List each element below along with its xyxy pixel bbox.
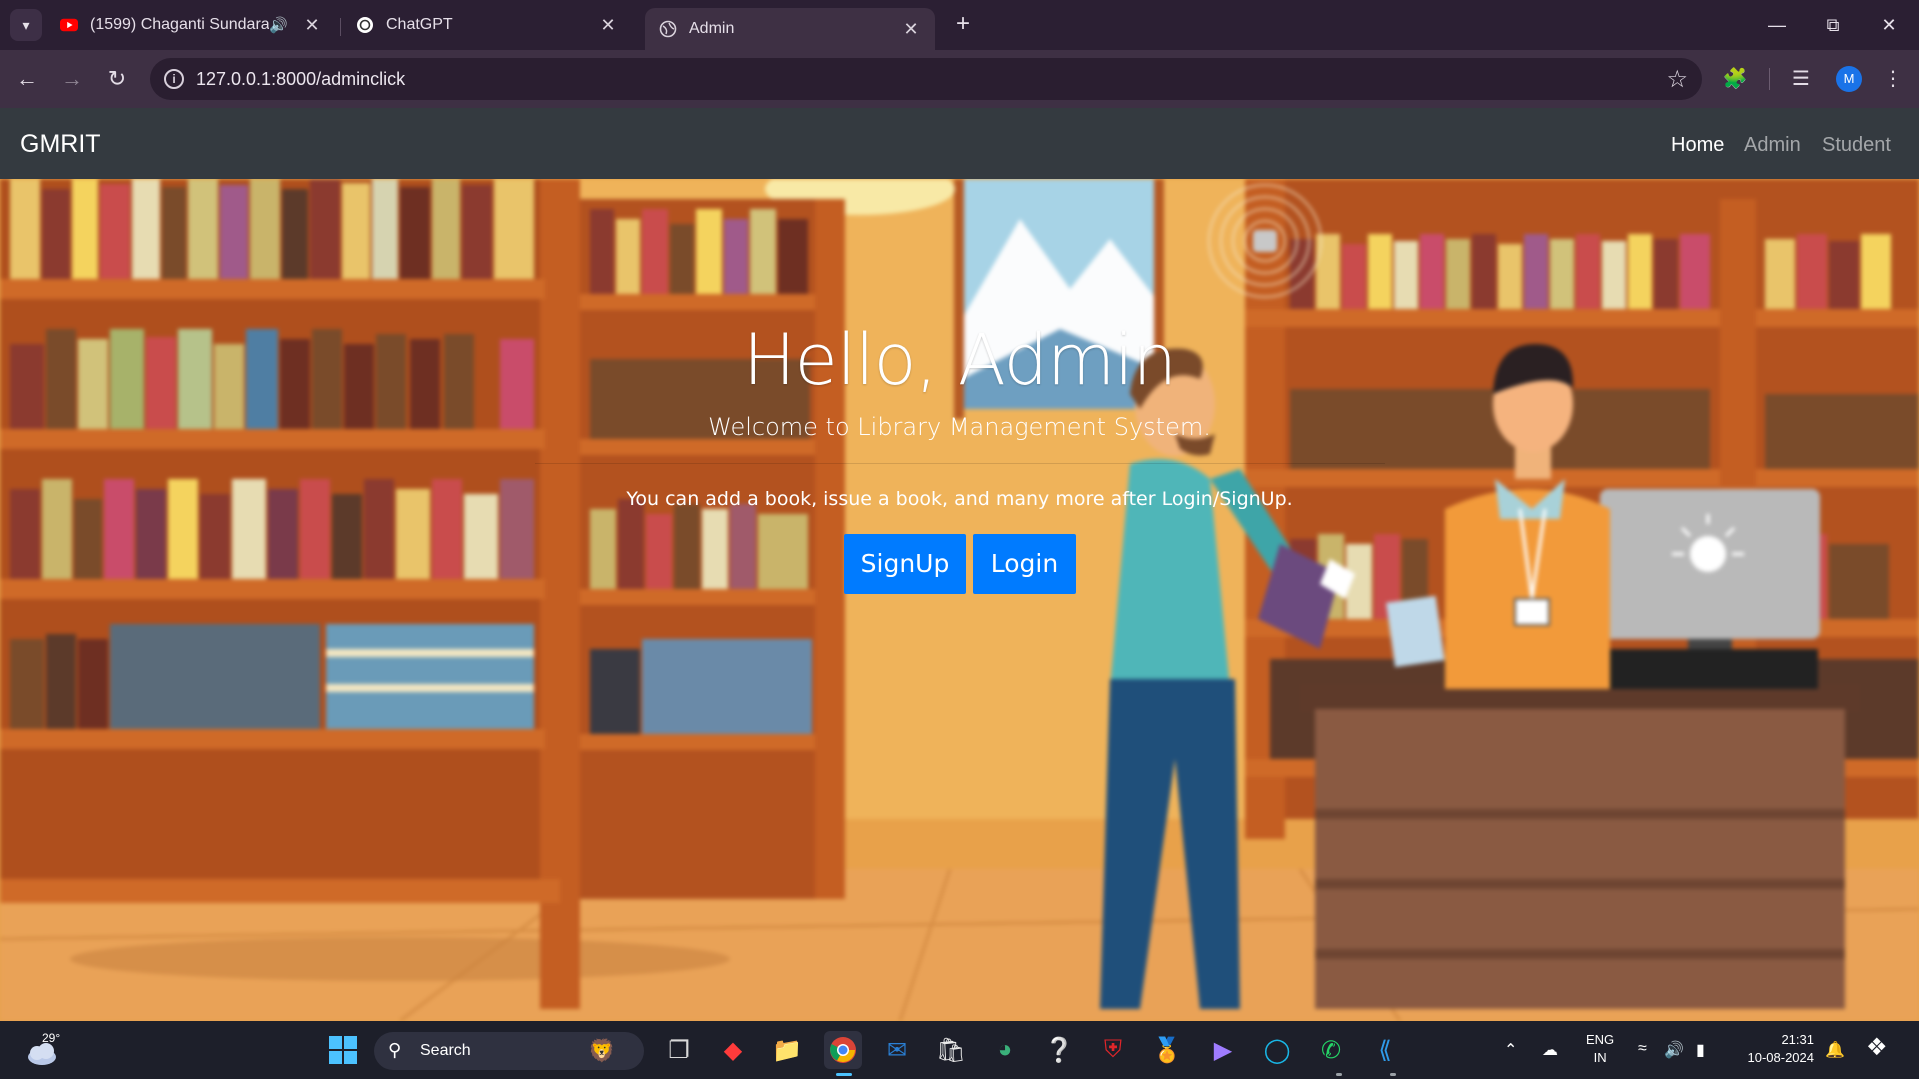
- edge-icon[interactable]: ◕: [986, 1031, 1024, 1069]
- taskbar-search[interactable]: ⚲ Search 🦁: [374, 1032, 644, 1070]
- medal-icon[interactable]: 🏅: [1148, 1031, 1186, 1069]
- minimize-button[interactable]: —: [1754, 8, 1800, 42]
- youtube-icon: [60, 16, 78, 34]
- browser-tab-strip: ▾ (1599) Chaganti Sundarakand 🔊 ✕ ChatGP…: [0, 0, 1919, 50]
- notification-bell-icon[interactable]: 🔔: [1825, 1040, 1845, 1060]
- extensions-icon[interactable]: 🧩: [1720, 64, 1750, 94]
- forward-button[interactable]: →: [55, 62, 89, 96]
- close-window-button[interactable]: ✕: [1866, 8, 1912, 42]
- hero-title: Hello, Admin: [742, 319, 1177, 401]
- cortana-icon[interactable]: ◯: [1258, 1031, 1296, 1069]
- address-bar[interactable]: i 127.0.0.1:8000/adminclick ☆: [150, 58, 1702, 100]
- region-code: IN: [1593, 1050, 1607, 1065]
- tab-title: (1599) Chaganti Sundarakand: [90, 16, 270, 33]
- signup-button[interactable]: SignUp: [844, 534, 966, 594]
- hero-lead: Welcome to Library Management System.: [708, 413, 1211, 441]
- nav-link-student[interactable]: Student: [1822, 134, 1891, 157]
- chevron-down-icon: ▾: [22, 16, 30, 33]
- reload-button[interactable]: ↻: [100, 62, 134, 96]
- restore-button[interactable]: ⧉: [1810, 8, 1856, 42]
- volume-icon[interactable]: 🔊: [1664, 1040, 1684, 1060]
- tab-title: ChatGPT: [386, 16, 453, 33]
- task-view-icon[interactable]: ❐: [660, 1031, 698, 1069]
- navbar-brand[interactable]: GMRIT: [20, 130, 101, 159]
- anydesk-icon[interactable]: ◆: [714, 1031, 752, 1069]
- file-explorer-icon[interactable]: 📁: [768, 1031, 806, 1069]
- media-control-icon[interactable]: ☰: [1786, 64, 1816, 94]
- windows-start-icon[interactable]: [324, 1031, 362, 1069]
- nav-link-home[interactable]: Home: [1671, 134, 1724, 157]
- chatgpt-icon: [356, 16, 374, 34]
- search-icon: ⚲: [388, 1040, 402, 1060]
- hero-description: You can add a book, issue a book, and ma…: [626, 488, 1293, 510]
- onedrive-cloud-icon[interactable]: ☁: [1542, 1040, 1558, 1060]
- profile-avatar[interactable]: M: [1836, 66, 1862, 92]
- mcafee-icon[interactable]: ⛨: [1094, 1031, 1132, 1069]
- clock-date: 10-08-2024: [1747, 1050, 1815, 1065]
- browser-tab-admin[interactable]: Admin ✕: [645, 8, 935, 50]
- copilot-icon[interactable]: ❖: [1866, 1033, 1888, 1062]
- menu-kebab-icon[interactable]: ⋮: [1878, 64, 1908, 94]
- search-highlight-lion-icon: 🦁: [588, 1038, 616, 1063]
- chevron-up-icon[interactable]: ⌃: [1504, 1040, 1517, 1060]
- url-text: 127.0.0.1:8000/adminclick: [196, 69, 406, 89]
- hero-section: Hello, Admin Welcome to Library Manageme…: [0, 179, 1919, 1021]
- close-tab-icon[interactable]: ✕: [598, 15, 618, 36]
- site-navbar: GMRIT Home Admin Student: [0, 108, 1919, 179]
- weather-temperature: 29°: [42, 1031, 61, 1045]
- browser-tab-chatgpt[interactable]: ChatGPT ✕: [342, 8, 632, 42]
- whatsapp-running-indicator: [1336, 1073, 1342, 1076]
- chrome-active-indicator: [836, 1073, 852, 1076]
- bookmark-star-icon[interactable]: ☆: [1666, 65, 1688, 94]
- clock-time: 21:31: [1781, 1032, 1814, 1047]
- tab-search-button[interactable]: ▾: [10, 9, 42, 41]
- site-info-icon[interactable]: i: [164, 69, 184, 89]
- taskbar-clock[interactable]: 21:31 10-08-2024: [1730, 1031, 1815, 1067]
- battery-icon[interactable]: ▮: [1696, 1040, 1705, 1060]
- back-button[interactable]: ←: [10, 62, 44, 96]
- chrome-icon[interactable]: [824, 1031, 862, 1069]
- whatsapp-icon[interactable]: ✆: [1312, 1031, 1350, 1069]
- hero-divider: [535, 463, 1385, 464]
- help-icon[interactable]: ❔: [1040, 1031, 1078, 1069]
- tab-divider: [340, 18, 341, 36]
- new-tab-button[interactable]: +: [948, 10, 978, 40]
- nav-link-admin[interactable]: Admin: [1744, 134, 1801, 157]
- library-background-illustration: [0, 179, 1919, 1021]
- language-code: ENG: [1586, 1032, 1615, 1047]
- browser-toolbar: ← → ↻ i 127.0.0.1:8000/adminclick ☆ 🧩 ☰ …: [0, 50, 1919, 108]
- windows-taskbar: 29° ⚲ Search 🦁 ❐ ◆ 📁 ✉ 🛍 ◕ ❔ ⛨ 🏅 ▶ ◯ ✆ ⟪…: [0, 1021, 1919, 1079]
- close-tab-icon[interactable]: ✕: [302, 15, 322, 36]
- login-button[interactable]: Login: [973, 534, 1076, 594]
- search-label: Search: [420, 1042, 471, 1059]
- vscode-icon[interactable]: ⟪: [1366, 1031, 1404, 1069]
- close-tab-icon[interactable]: ✕: [901, 19, 921, 40]
- microsoft-store-icon[interactable]: 🛍: [932, 1031, 970, 1069]
- browser-tab-youtube[interactable]: (1599) Chaganti Sundarakand 🔊 ✕: [46, 8, 336, 42]
- tab-title: Admin: [689, 20, 735, 37]
- globe-icon: [659, 20, 677, 38]
- toolbar-divider: [1769, 68, 1770, 90]
- video-editor-icon[interactable]: ▶: [1204, 1031, 1242, 1069]
- outlook-icon[interactable]: ✉: [878, 1031, 916, 1069]
- wifi-icon[interactable]: ≈: [1638, 1040, 1647, 1058]
- speaker-icon[interactable]: 🔊: [269, 16, 288, 34]
- vscode-running-indicator: [1390, 1073, 1396, 1076]
- language-indicator[interactable]: ENG IN: [1586, 1031, 1614, 1067]
